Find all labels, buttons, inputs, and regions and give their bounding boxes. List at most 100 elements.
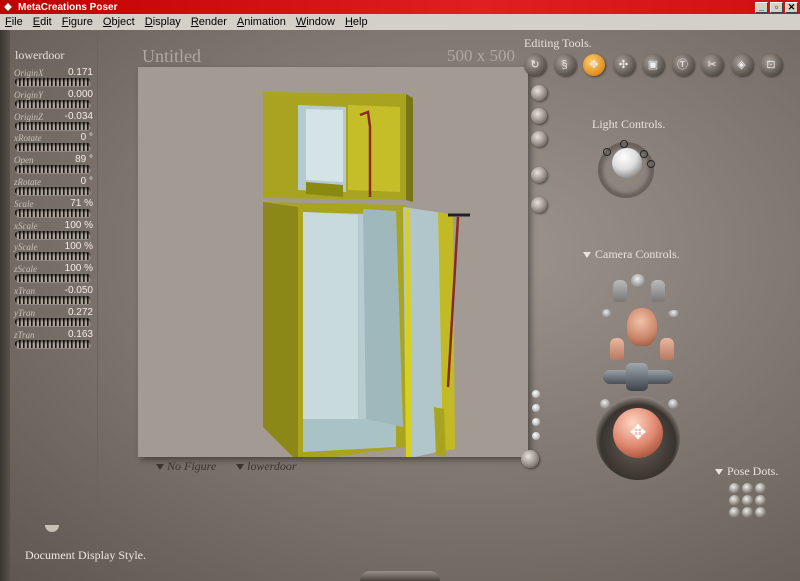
light-4-handle[interactable] — [647, 160, 655, 168]
current-actor-name[interactable]: lowerdoor — [15, 48, 64, 63]
param-dial-xtran[interactable]: xTran -0.050 — [13, 285, 93, 307]
poser-app-icon[interactable] — [3, 2, 13, 12]
viewport-button-shadow[interactable] — [531, 197, 547, 213]
light-sphere-icon[interactable] — [612, 148, 642, 178]
param-value[interactable]: 0 ° — [81, 176, 93, 187]
param-dial-wheel[interactable] — [15, 78, 91, 86]
camera-move-y-icon[interactable] — [626, 363, 648, 391]
pose-dot[interactable] — [729, 507, 740, 518]
viewport-style-dot-3[interactable] — [532, 418, 540, 426]
pose-dot[interactable] — [755, 495, 766, 506]
pose-dot[interactable] — [755, 483, 766, 494]
param-dial-wheel[interactable] — [15, 99, 91, 108]
light-3-handle[interactable] — [640, 150, 648, 158]
param-dial-xrotate[interactable]: xRotate 0 ° — [13, 132, 93, 154]
param-dial-ytran[interactable]: yTran 0.272 — [13, 307, 93, 329]
menu-file[interactable]: File — [0, 16, 28, 28]
pose-dots-label[interactable]: Pose Dots. — [715, 464, 778, 479]
param-dial-wheel[interactable] — [15, 143, 91, 152]
param-value[interactable]: 0.000 — [68, 89, 93, 100]
camera-controls-label[interactable]: Camera Controls. — [583, 247, 680, 262]
param-dial-wheel[interactable] — [15, 339, 91, 348]
viewport-style-dot-4[interactable] — [532, 432, 540, 440]
taper-icon[interactable]: Ⓣ — [671, 54, 694, 76]
param-dial-zscale[interactable]: zScale 100 % — [13, 263, 93, 285]
param-dial-wheel[interactable] — [15, 274, 91, 283]
viewport-resize-handle[interactable] — [521, 450, 539, 468]
param-value[interactable]: 100 % — [65, 220, 93, 231]
param-value[interactable]: 89 ° — [75, 154, 93, 165]
param-value[interactable]: 0 ° — [81, 132, 93, 143]
main-camera-head-icon[interactable] — [627, 308, 657, 346]
camera-plane-left-icon[interactable] — [600, 399, 610, 409]
param-dial-originx[interactable]: OriginX 0.171 — [13, 67, 93, 89]
camera-flyaround-icon[interactable] — [602, 309, 611, 318]
scale-icon[interactable]: ▣ — [642, 54, 664, 76]
param-dial-wheel[interactable] — [15, 296, 91, 304]
param-dial-ztran[interactable]: zTran 0.163 — [13, 329, 93, 351]
pose-dot[interactable] — [742, 483, 753, 494]
actor-select-menu[interactable]: lowerdoor — [236, 459, 297, 474]
viewport-style-dot-2[interactable] — [532, 404, 540, 412]
face-camera-icon[interactable] — [631, 274, 645, 288]
viewport-style-dot-1[interactable] — [532, 390, 540, 398]
param-dial-wheel[interactable] — [15, 317, 91, 326]
pose-dot[interactable] — [729, 495, 740, 506]
chain-break-icon[interactable]: ✂ — [701, 54, 723, 76]
right-hand-camera-icon[interactable] — [651, 280, 665, 302]
viewport-button-ground[interactable] — [531, 167, 547, 183]
menu-object[interactable]: Object — [98, 16, 140, 28]
param-value[interactable]: 100 % — [65, 263, 93, 274]
restore-button[interactable]: ▫ — [770, 1, 783, 13]
param-value[interactable]: 0.171 — [68, 67, 93, 78]
param-dial-wheel[interactable] — [15, 121, 91, 130]
minimize-button[interactable]: _ — [755, 1, 768, 13]
camera-key-icon[interactable] — [668, 310, 680, 317]
param-value[interactable]: 71 % — [70, 198, 93, 209]
menu-render[interactable]: Render — [186, 16, 232, 28]
right-hand-select-icon[interactable] — [660, 338, 674, 360]
viewport-button-cube[interactable] — [531, 85, 547, 101]
pose-dot[interactable] — [742, 495, 753, 506]
menu-window[interactable]: Window — [291, 16, 340, 28]
param-value[interactable]: 0.163 — [68, 329, 93, 340]
param-dial-wheel[interactable] — [15, 252, 91, 261]
param-dial-xscale[interactable]: xScale 100 % — [13, 220, 93, 242]
param-value[interactable]: 100 % — [65, 241, 93, 252]
viewport-button-shaded[interactable] — [531, 108, 547, 124]
figure-select-menu[interactable]: No Figure — [156, 459, 216, 474]
param-dial-wheel[interactable] — [15, 230, 91, 239]
pose-dot[interactable] — [742, 507, 753, 518]
param-dial-originy[interactable]: OriginY 0.000 — [13, 89, 93, 111]
param-dial-open[interactable]: Open 89 ° — [13, 154, 93, 176]
param-dial-zrotate[interactable]: zRotate 0 ° — [13, 176, 93, 198]
color-icon[interactable]: ◈ — [730, 54, 753, 76]
param-value[interactable]: -0.034 — [65, 111, 93, 122]
pose-dot[interactable] — [755, 507, 766, 518]
param-dial-wheel[interactable] — [15, 187, 91, 195]
camera-plane-right-icon[interactable] — [668, 399, 678, 409]
light-2-handle[interactable] — [620, 140, 628, 148]
menu-animation[interactable]: Animation — [232, 16, 291, 28]
animation-controls-handle[interactable] — [360, 571, 440, 581]
param-dial-scale[interactable]: Scale 71 % — [13, 198, 93, 220]
left-hand-camera-icon[interactable] — [613, 280, 627, 302]
param-dial-wheel[interactable] — [15, 165, 91, 174]
refrigerator-model[interactable] — [138, 67, 528, 457]
menu-display[interactable]: Display — [140, 16, 186, 28]
viewport-button-light[interactable] — [531, 131, 547, 147]
camera-trackball[interactable]: ✥ — [613, 408, 663, 458]
left-hand-select-icon[interactable] — [610, 338, 624, 360]
param-dial-originz[interactable]: OriginZ -0.034 — [13, 111, 93, 133]
close-button[interactable]: ✕ — [785, 1, 798, 13]
param-dial-wheel[interactable] — [15, 208, 91, 217]
pose-dot[interactable] — [729, 483, 740, 494]
menu-help[interactable]: Help — [340, 16, 373, 28]
param-dial-yscale[interactable]: yScale 100 % — [13, 241, 93, 263]
translate-in-out-icon[interactable]: ✣ — [612, 54, 635, 76]
twist-icon[interactable]: § — [553, 54, 576, 76]
param-value[interactable]: -0.050 — [65, 285, 93, 296]
param-value[interactable]: 0.272 — [68, 307, 93, 318]
document-viewport[interactable] — [138, 67, 528, 457]
light-1-handle[interactable] — [603, 148, 611, 156]
